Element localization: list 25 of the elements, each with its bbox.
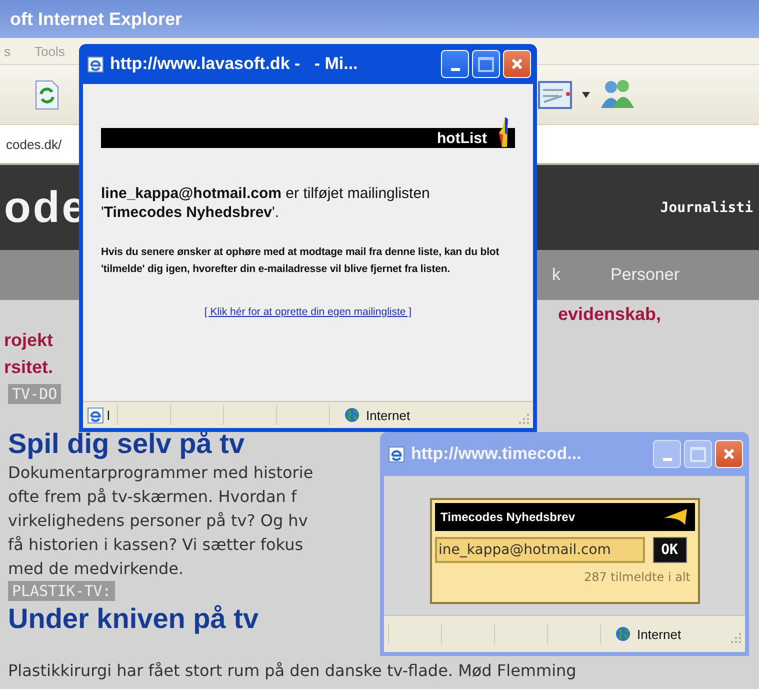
subscriber-count: 287 tilmeldte i alt — [582, 570, 692, 584]
article-text-line: med de medvirkende. — [8, 558, 184, 580]
zone-label: Internet — [366, 408, 410, 422]
article-heading[interactable]: Spil dig selv på tv — [8, 428, 245, 460]
article-text-line: ofte frem på tv-skærmen. Hvordan f — [8, 486, 297, 508]
article-text-line: Dokumentarprogrammer med historie — [8, 462, 314, 484]
info-text: Hvis du senere ønsker at ophøre med at modtage mail fra denne liste, kan du blot 'tilmelde' dig igen, hvorefter din e-mailadresse vil blive fjernet fra listen. — [101, 245, 500, 277]
status-text: l — [107, 408, 111, 422]
header-link[interactable]: Journalisti — [660, 200, 753, 216]
ok-button[interactable]: OK — [652, 537, 686, 563]
window-title: http://www.timecod... — [411, 444, 582, 464]
category-tag: TV-DO — [8, 384, 62, 404]
article-text: Plastikkirurgi har fået stort rum på den danske tv-flade. Mød Flemming — [8, 661, 576, 680]
widget-title: Timecodes Nyhedsbrev — [440, 510, 576, 524]
window-title: oft Internet Explorer — [10, 8, 182, 30]
confirmation-message: line_kappa@hotmail.com er tilføjet mailinglisten 'Timecodes Nyhedsbrev'. — [101, 184, 431, 222]
email-field[interactable]: ine_kappa@hotmail.com — [434, 537, 644, 563]
window-title: http://www.lavasoft.dk - - Mi... — [110, 54, 359, 74]
category-tag: PLASTIK-TV: — [8, 581, 116, 601]
zone-label: Internet — [637, 626, 682, 642]
article-text-line: få historien i kassen? Vi sætter fokus — [8, 534, 304, 556]
article-text-line: virkelighedens personer på tv? Og hv — [8, 510, 308, 532]
banner-text: hotList — [437, 130, 487, 146]
article-heading[interactable]: Under kniven på tv — [8, 603, 259, 635]
create-list-link[interactable]: [ Klik hér for at oprette din egen mailingliste ] — [204, 306, 412, 318]
